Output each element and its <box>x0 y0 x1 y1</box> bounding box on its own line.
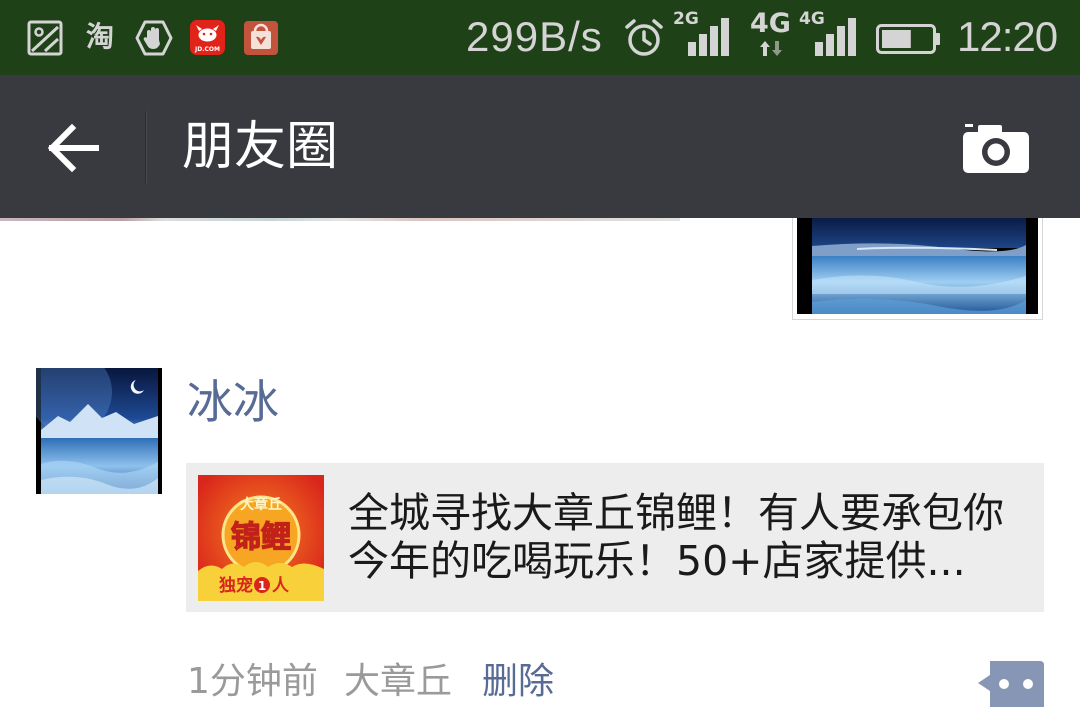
status-bar: 淘 JD.COM 299B/s 2G 4G 4G 12:20 <box>0 0 1080 75</box>
previous-post-images-edge[interactable] <box>0 218 680 221</box>
jd-logo-text: JD.COM <box>194 46 220 53</box>
thumbnail-footer-suffix: 人 <box>272 576 290 596</box>
network-speed: 299B/s <box>466 13 603 60</box>
delete-post-button[interactable]: 删除 <box>482 660 554 704</box>
author-avatar[interactable] <box>36 368 162 494</box>
post-timestamp: 1分钟前 <box>187 661 318 702</box>
signal-bar <box>826 34 834 56</box>
signal-bar <box>848 18 856 56</box>
link-title: 全城寻找大章丘锦鲤！有人要承包你今年的吃喝玩乐！50+店家提供... <box>348 489 1004 585</box>
signal-bar <box>721 18 729 56</box>
app-market-icon <box>244 21 278 55</box>
camera-icon[interactable] <box>962 122 1030 174</box>
signal-bar <box>688 42 696 56</box>
status-clock: 12:20 <box>957 13 1058 60</box>
post-location[interactable]: 大章丘 <box>344 660 452 704</box>
thumbnail-footer-prefix: 独宠 <box>219 575 253 596</box>
back-arrow-icon[interactable] <box>46 124 100 172</box>
signal-bar <box>710 26 718 56</box>
previous-post-image-frame[interactable] <box>792 218 1043 320</box>
shared-link-card[interactable]: 大章丘 锦鲤 独宠 1 人 全城寻找大章丘锦鲤！有人要承包你今年的吃喝玩乐！50… <box>186 463 1044 612</box>
signal-bar <box>815 42 823 56</box>
signal-bar <box>837 26 845 56</box>
sim1-signal-icon <box>688 18 729 56</box>
thumbnail-footer-number: 1 <box>258 579 266 593</box>
header-divider <box>145 111 147 183</box>
thumbnail-headline-text: 锦鲤 <box>231 520 291 555</box>
battery-icon <box>876 24 940 54</box>
signal-bar <box>699 34 707 56</box>
link-thumbnail: 大章丘 锦鲤 独宠 1 人 <box>198 475 324 601</box>
author-name[interactable]: 冰冰 <box>187 374 279 430</box>
data-activity-arrows-icon <box>760 41 782 56</box>
moments-screen: 淘 JD.COM 299B/s 2G 4G 4G 12:20 朋友圈 冰冰 大章… <box>0 0 1080 707</box>
page-title: 朋友圈 <box>182 117 339 177</box>
thumbnail-badge-text: 大章丘 <box>240 496 282 513</box>
alarm-clock-icon <box>625 19 663 56</box>
previous-post-image <box>797 218 1038 314</box>
battery-fill <box>882 30 911 48</box>
jd-app-icon: JD.COM <box>190 20 225 55</box>
hand-stop-icon <box>135 20 173 56</box>
more-actions-icon[interactable] <box>978 661 1044 707</box>
taobao-icon: 淘 <box>85 20 114 53</box>
moments-header: 朋友圈 <box>0 75 1080 218</box>
sim2-signal-icon <box>815 18 856 56</box>
gallery-icon <box>27 20 63 56</box>
data-network-label: 4G <box>750 8 791 39</box>
